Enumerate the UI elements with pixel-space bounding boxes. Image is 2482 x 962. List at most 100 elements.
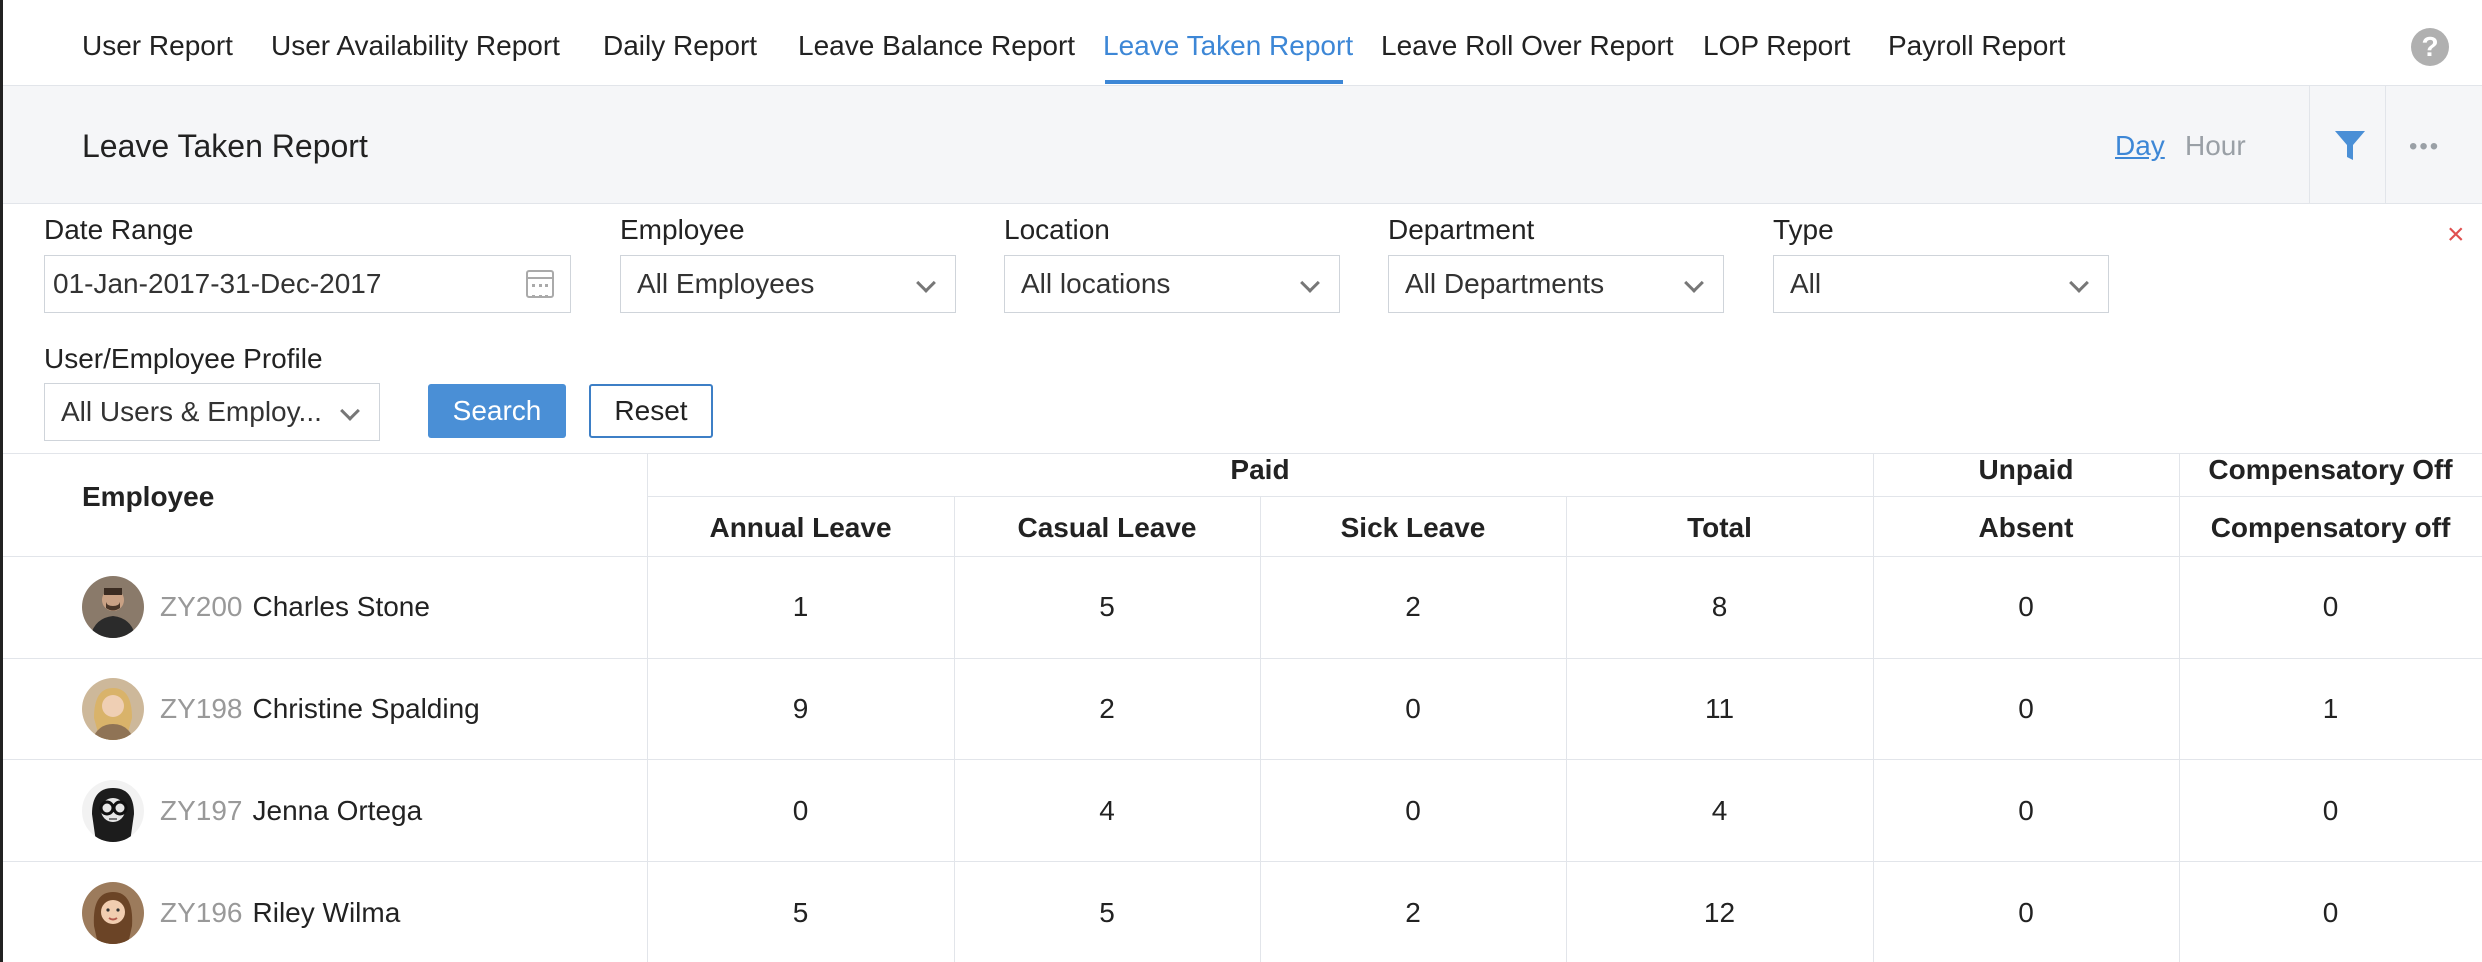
active-tab-indicator [1105,80,1343,84]
tab-user-availability-report[interactable]: User Availability Report [271,30,560,62]
type-select[interactable]: All [1773,255,2109,313]
employee-name[interactable]: Jenna Ortega [253,795,423,827]
page-title: Leave Taken Report [82,128,368,164]
sick-leave-cell: 0 [1405,795,1421,826]
chevron-down-icon [1300,273,1320,293]
more-options-icon[interactable]: ••• [2409,135,2440,159]
casual-leave-column-header: Casual Leave [1017,512,1197,543]
tab-user-report[interactable]: User Report [82,30,233,62]
casual-leave-cell: 4 [1099,795,1115,826]
casual-leave-cell: 5 [1099,591,1115,622]
chevron-down-icon [2069,273,2089,293]
grid-line [3,861,2482,862]
compensatory-off-cell: 0 [2322,897,2339,928]
absent-column-header: Absent [1978,512,2074,543]
employee-id: ZY198 [160,693,243,724]
total-cell: 8 [1711,591,1728,622]
grid-line [3,658,2482,659]
paid-group-header: Paid [1230,454,1290,485]
table-row[interactable]: ZY196 Riley Wilma [82,882,400,944]
calendar-icon[interactable] [526,270,554,298]
leave-taken-table: Employee Paid Unpaid Compensatory Off An… [3,454,2482,962]
profile-select[interactable]: All Users & Employ... [44,383,380,441]
sick-leave-cell: 0 [1405,693,1421,724]
absent-cell: 0 [2018,693,2034,724]
chevron-down-icon [916,273,936,293]
tab-daily-report[interactable]: Daily Report [603,30,757,62]
tab-payroll-report[interactable]: Payroll Report [1888,30,2065,62]
divider [2309,86,2310,204]
unit-hour-toggle[interactable]: Hour [2185,130,2246,162]
location-label: Location [1004,214,1110,245]
divider [2385,86,2386,204]
tab-leave-taken-report[interactable]: Leave Taken Report [1103,30,1353,62]
tab-leave-balance-report[interactable]: Leave Balance Report [798,30,1075,62]
close-filters-icon[interactable]: × [2447,218,2465,252]
grid-line [3,556,2482,557]
reset-button[interactable]: Reset [589,384,713,438]
employee-select-value: All Employees [637,268,815,299]
absent-cell: 0 [2018,591,2034,622]
employee-name[interactable]: Riley Wilma [253,897,401,929]
profile-select-value: All Users & Employ... [61,396,322,427]
grid-line [1260,496,1261,962]
employee-select[interactable]: All Employees [620,255,956,313]
grid-line [3,759,2482,760]
filter-icon[interactable] [2333,128,2367,164]
location-select-value: All locations [1021,268,1171,299]
unpaid-group-header: Unpaid [1978,454,2074,485]
avatar [82,576,144,638]
tab-leave-roll-over-report[interactable]: Leave Roll Over Report [1381,30,1674,62]
table-row[interactable]: ZY197 Jenna Ortega [82,780,422,842]
total-cell: 12 [1703,897,1736,928]
type-select-value: All [1790,268,1822,299]
employee-column-header: Employee [82,481,215,512]
table-row[interactable]: ZY198 Christine Spalding [82,678,480,740]
grid-line [954,496,955,962]
annual-leave-column-header: Annual Leave [709,512,892,543]
sick-leave-column-header: Sick Leave [1340,512,1486,543]
avatar [82,780,144,842]
total-cell: 11 [1704,693,1735,724]
grid-line [1566,496,1567,962]
annual-leave-cell: 1 [792,591,809,622]
sick-leave-cell: 2 [1405,897,1421,928]
total-cell: 4 [1711,795,1728,826]
unit-day-toggle[interactable]: Day [2115,130,2165,162]
employee-label: Employee [620,214,745,245]
help-icon[interactable]: ? [2411,28,2449,66]
department-select[interactable]: All Departments [1388,255,1724,313]
department-label: Department [1388,214,1535,245]
tab-lop-report[interactable]: LOP Report [1703,30,1850,62]
absent-cell: 0 [2018,795,2034,826]
compensatory-off-cell: 0 [2322,795,2339,826]
total-column-header: Total [1687,512,1752,543]
avatar [82,882,144,944]
casual-leave-cell: 5 [1099,897,1115,928]
type-label: Type [1773,214,1834,245]
report-header: Leave Taken Report Day Hour ••• [3,86,2482,204]
casual-leave-cell: 2 [1099,693,1115,724]
annual-leave-cell: 5 [792,897,809,928]
annual-leave-cell: 9 [792,693,809,724]
date-range-input[interactable]: 01-Jan-2017-31-Dec-2017 [44,255,571,313]
date-range-value: 01-Jan-2017-31-Dec-2017 [53,268,382,299]
employee-id: ZY197 [160,795,243,826]
absent-cell: 0 [2018,897,2034,928]
avatar [82,678,144,740]
table-row[interactable]: ZY200 Charles Stone [82,576,430,638]
filter-panel: Date Range 01-Jan-2017-31-Dec-2017 Emplo… [3,204,2482,454]
search-button[interactable]: Search [428,384,566,438]
report-tabs: User Report User Availability Report Dai… [3,0,2482,86]
chevron-down-icon [1684,273,1704,293]
department-select-value: All Departments [1405,268,1605,299]
compensatory-off-cell: 1 [2322,693,2339,724]
sick-leave-cell: 2 [1405,591,1421,622]
profile-label: User/Employee Profile [44,343,323,374]
location-select[interactable]: All locations [1004,255,1340,313]
compensatory-off-column-header: Compensatory off [2210,512,2451,543]
grid-line [647,496,2482,497]
employee-name[interactable]: Charles Stone [253,591,430,623]
employee-id: ZY196 [160,897,243,928]
employee-name[interactable]: Christine Spalding [253,693,480,725]
